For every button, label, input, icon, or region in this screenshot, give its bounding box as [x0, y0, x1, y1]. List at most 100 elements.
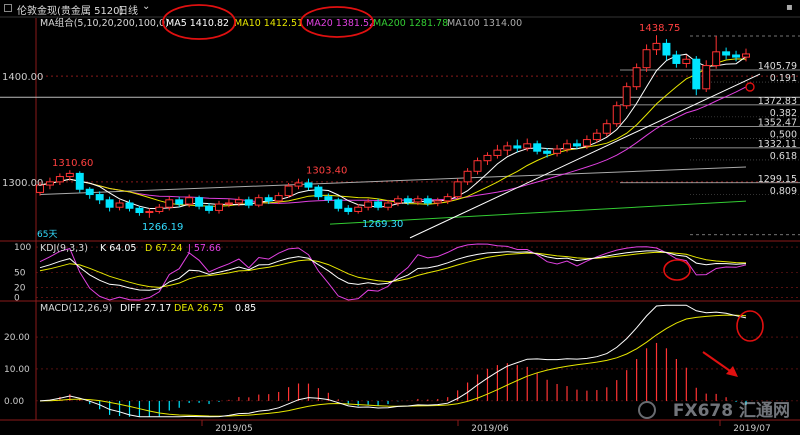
- candle-body: [274, 195, 283, 202]
- low2-label: 1269.30: [362, 219, 403, 230]
- candle-body: [344, 207, 353, 212]
- candle-body: [453, 181, 462, 198]
- candle-body: [712, 51, 721, 67]
- candle-body: [135, 207, 144, 214]
- candle-body: [652, 42, 661, 51]
- candle-body: [682, 58, 691, 64]
- ma-legend-item: MA10 1412.51: [234, 18, 303, 29]
- time-axis-label: 2019/06: [471, 424, 509, 434]
- candle-body: [205, 205, 214, 211]
- candle-body: [413, 198, 422, 203]
- candle-body: [622, 86, 631, 107]
- candle-body: [563, 143, 571, 150]
- candle-body: [284, 185, 293, 197]
- kdj-tick-label: 20: [14, 283, 26, 293]
- fib-price-label: 1372.83: [758, 96, 797, 107]
- candle-body: [503, 145, 512, 151]
- macd-diff-line: [39, 304, 747, 418]
- candle-body: [195, 197, 204, 207]
- candle-body: [314, 186, 323, 198]
- fib-price-label: 1332.11: [758, 139, 797, 150]
- kdj-legend-item: K 64.05: [100, 243, 136, 254]
- candle-body: [403, 198, 412, 203]
- kdj-legend-item: D 67.24: [145, 243, 183, 254]
- candle-body: [513, 145, 522, 149]
- low1-label: 1266.19: [142, 222, 183, 233]
- candle-body: [95, 194, 104, 201]
- trend-arrow-shaft: [702, 351, 734, 374]
- fib-price-label: 1299.15: [758, 174, 797, 185]
- period-selector[interactable]: 日线: [118, 2, 138, 17]
- candle-body: [612, 105, 621, 125]
- candle-body: [115, 202, 124, 208]
- candle-body: [433, 200, 442, 204]
- candle-body: [523, 143, 532, 149]
- kdj-k-line: [39, 250, 747, 291]
- candle-body: [582, 139, 591, 147]
- price-tick-label: 1300.00: [2, 178, 43, 189]
- candle-body: [354, 206, 363, 212]
- macd-tick-label: 0.00: [4, 397, 24, 407]
- candle-body: [185, 197, 194, 205]
- candle-body: [155, 206, 164, 212]
- macd-legend-item: 0.85: [235, 303, 256, 314]
- candle-body: [632, 67, 641, 88]
- candle-body: [742, 53, 750, 58]
- macd-legend-item: DIFF 27.17: [120, 303, 171, 314]
- candle-body: [334, 199, 343, 209]
- ma-legend-item: MA100 1314.00: [447, 18, 522, 29]
- kdj-tick-label: 100: [14, 243, 31, 253]
- macd-tick-label: 10.00: [4, 365, 30, 375]
- candle-body: [493, 149, 502, 156]
- main-panel: [36, 35, 761, 239]
- candle-body: [473, 160, 482, 172]
- fib-ratio-label: 0.618: [770, 151, 797, 162]
- fib-ratio-label: 0.809: [770, 186, 797, 197]
- target-marker: [745, 82, 755, 92]
- candle-body: [572, 143, 581, 147]
- candle-body: [592, 132, 601, 141]
- candle-body: [105, 199, 114, 208]
- close-icon[interactable]: ▪: [786, 2, 793, 13]
- kdj-d-line: [39, 251, 747, 288]
- candle-body: [175, 199, 184, 205]
- watermark-logo: FX678 汇通网: [673, 401, 790, 421]
- candle-body: [533, 143, 542, 152]
- candle-body: [722, 51, 731, 56]
- chart-window: 1400.00 1300.00 1405.79 0.191 1372.83 0.382 13…: [0, 0, 800, 435]
- kdj-legend-item: KDJ(9,3,3): [40, 243, 88, 254]
- candle-body: [145, 210, 154, 214]
- watermark-globe-icon: [638, 401, 656, 419]
- high-price-label: 1438.75: [639, 23, 680, 34]
- candle-body: [125, 202, 134, 209]
- candle-body: [234, 199, 243, 204]
- candle-body: [165, 199, 174, 208]
- fib-price-label: 1352.47: [758, 117, 797, 128]
- candle-body: [393, 198, 402, 204]
- candle-body: [692, 58, 701, 90]
- ma-legend-item: MA组合(5,10,20,200,100,0): [40, 17, 169, 29]
- fib-ratio-label: 0.191: [770, 73, 797, 84]
- candle-body: [672, 54, 681, 64]
- kdj-legend-item: J 57.66: [187, 243, 221, 254]
- candle-body: [553, 148, 562, 154]
- time-axis-label: 2019/05: [215, 424, 252, 434]
- chevron-down-icon[interactable]: ⌄: [142, 1, 150, 12]
- price-tick-label: 1400.00: [2, 72, 43, 83]
- macd-cross-circle: [736, 310, 764, 342]
- macd-panel: [39, 304, 747, 418]
- trend-arrow-head: [726, 366, 738, 377]
- symbol-title[interactable]: 伦敦金现(贵金属 5120): [17, 2, 123, 17]
- menu-square-icon[interactable]: [4, 4, 12, 12]
- candle-body: [324, 196, 333, 201]
- macd-legend-item: MACD(12,26,9): [40, 303, 112, 314]
- candle-body: [463, 170, 472, 183]
- kdj-tick-label: 0: [14, 293, 20, 303]
- trend-line: [409, 73, 761, 239]
- price-chart[interactable]: 1400.001300.001405.790.1911372.830.38213…: [0, 0, 800, 435]
- candle-body: [224, 202, 233, 205]
- kdj-tick-label: 50: [14, 268, 26, 278]
- candle-body: [215, 203, 223, 211]
- ma20-line: [39, 86, 747, 204]
- candle-body: [364, 201, 373, 208]
